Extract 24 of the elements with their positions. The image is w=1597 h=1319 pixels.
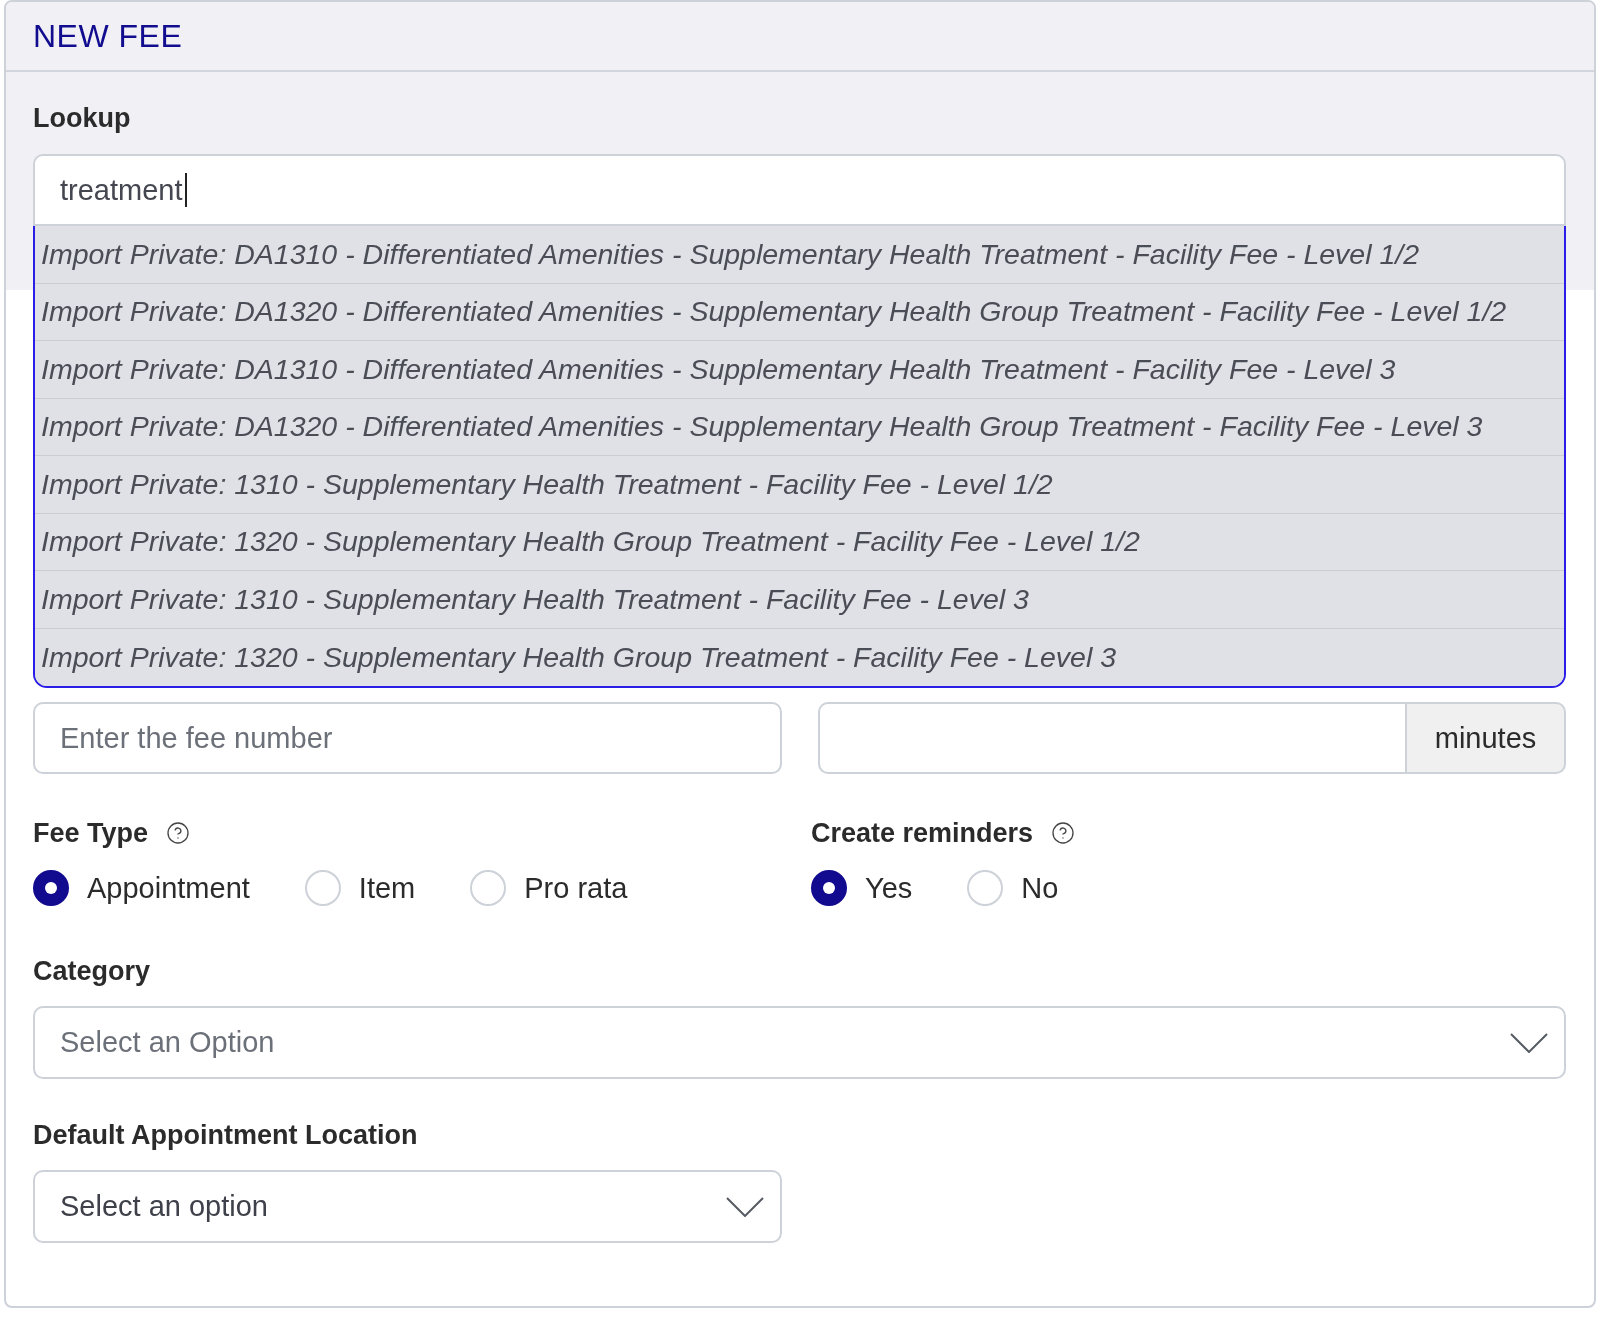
field-label: Category (33, 955, 151, 987)
category-select[interactable]: Select an Option (33, 1006, 1566, 1079)
text-cursor-icon (184, 173, 187, 207)
chevron-down-icon (726, 1196, 764, 1217)
chevron-down-icon (1510, 1032, 1548, 1053)
duration-field[interactable] (818, 702, 1405, 774)
help-icon[interactable] (166, 821, 191, 845)
fee-number-field[interactable]: Enter the fee number (33, 702, 782, 774)
radio-label[interactable]: Pro rata (524, 871, 628, 905)
help-icon[interactable] (1051, 821, 1076, 845)
field-label: Fee Type (33, 817, 149, 849)
location-select[interactable]: Select an option (33, 1170, 782, 1243)
field-label: Default Appointment Location (33, 1119, 418, 1151)
radio-label[interactable]: No (1021, 871, 1059, 905)
radio-button[interactable] (811, 870, 847, 906)
field-label: Lookup (33, 102, 131, 134)
radio-label[interactable]: Item (358, 871, 416, 905)
form-title: NEW FEE (33, 17, 183, 55)
lookup-field[interactable]: treatment (33, 154, 1566, 226)
radio-label[interactable]: Yes (865, 871, 913, 905)
minutes-addon: minutes (1405, 702, 1566, 774)
radio-button[interactable] (33, 870, 69, 906)
radio-label[interactable]: Appointment (87, 871, 250, 905)
field-label: Create reminders (811, 817, 1034, 849)
